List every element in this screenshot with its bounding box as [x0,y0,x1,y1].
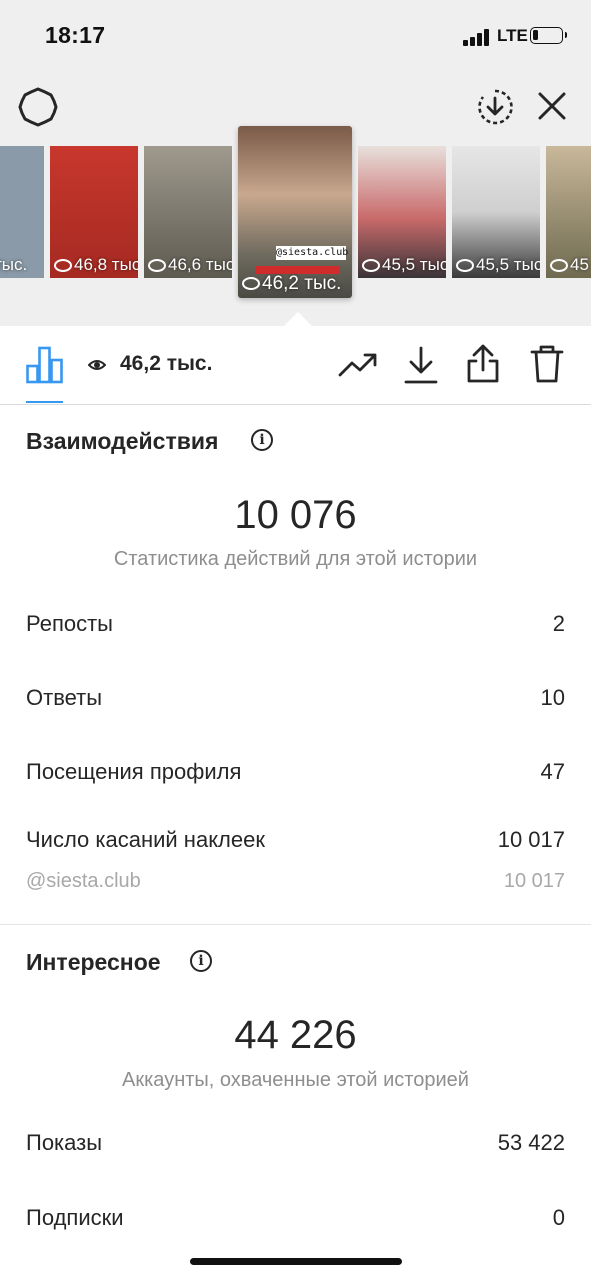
bar-chart-icon[interactable] [26,346,63,384]
eye-icon [362,259,380,273]
story-thumbnail[interactable]: тыс. [0,146,44,278]
story-thumbnail[interactable]: 46,6 тыс. [144,146,232,278]
stat-row-impressions: Показы 53 422 [26,1130,565,1155]
story-thumbnail[interactable]: 45,5 тыс. [358,146,446,278]
eye-icon [148,259,166,273]
sticker-mention: @siesta.club [276,246,349,260]
stats-toolbar: 46,2 тыс. [0,326,591,405]
selection-pointer [284,312,312,326]
eye-icon [242,277,260,291]
stat-row-sticker-taps: Число касаний наклеек 10 017 [26,827,565,852]
stat-subrow-sticker: @siesta.club 10 017 [26,870,565,892]
section-title-interactions: Взаимодействия [26,428,219,454]
discovery-caption: Аккаунты, охваченные этой историей [122,1069,469,1091]
views-count: 46,2 тыс. [120,352,213,375]
story-thumbnail-selected[interactable]: @siesta.club 46,2 тыс. [238,126,352,298]
close-icon[interactable] [536,90,568,122]
eye-icon [54,259,72,273]
info-icon[interactable]: i [251,429,273,451]
story-thumbnails[interactable]: тыс. 46,8 тыс. 46,6 тыс. @siesta.club 46… [0,126,591,298]
download-icon[interactable] [404,346,438,384]
stat-row-reposts: Репосты 2 [26,611,565,636]
story-thumbnail[interactable]: 45 [546,146,591,278]
interactions-total: 10 076 [234,493,357,537]
trending-icon[interactable] [338,352,378,378]
stat-row-follows: Подписки 0 [26,1205,565,1230]
story-thumbnail[interactable]: 46,8 тыс. [50,146,138,278]
signal-icon [463,28,493,46]
home-indicator [190,1258,402,1265]
stat-row-replies: Ответы 10 [26,685,565,710]
status-bar: 18:17 LTE [0,0,591,70]
network-type: LTE [497,26,528,45]
eye-icon [550,259,568,273]
eye-icon [88,360,106,370]
settings-icon[interactable] [18,87,58,127]
info-icon[interactable]: i [190,950,212,972]
active-tab-indicator [26,401,63,403]
section-divider [0,924,591,925]
status-time: 18:17 [45,22,106,48]
discovery-total: 44 226 [234,1013,357,1057]
share-icon[interactable] [466,344,500,384]
story-thumbnail[interactable]: 45,5 тыс. [452,146,540,278]
trash-icon[interactable] [530,344,564,384]
stat-row-profile-visits: Посещения профиля 47 [26,759,565,784]
download-circle-icon[interactable] [476,88,514,126]
battery-icon [530,27,567,44]
section-title-discovery: Интересное [26,949,161,975]
eye-icon [456,259,474,273]
interactions-caption: Статистика действий для этой истории [113,548,478,570]
